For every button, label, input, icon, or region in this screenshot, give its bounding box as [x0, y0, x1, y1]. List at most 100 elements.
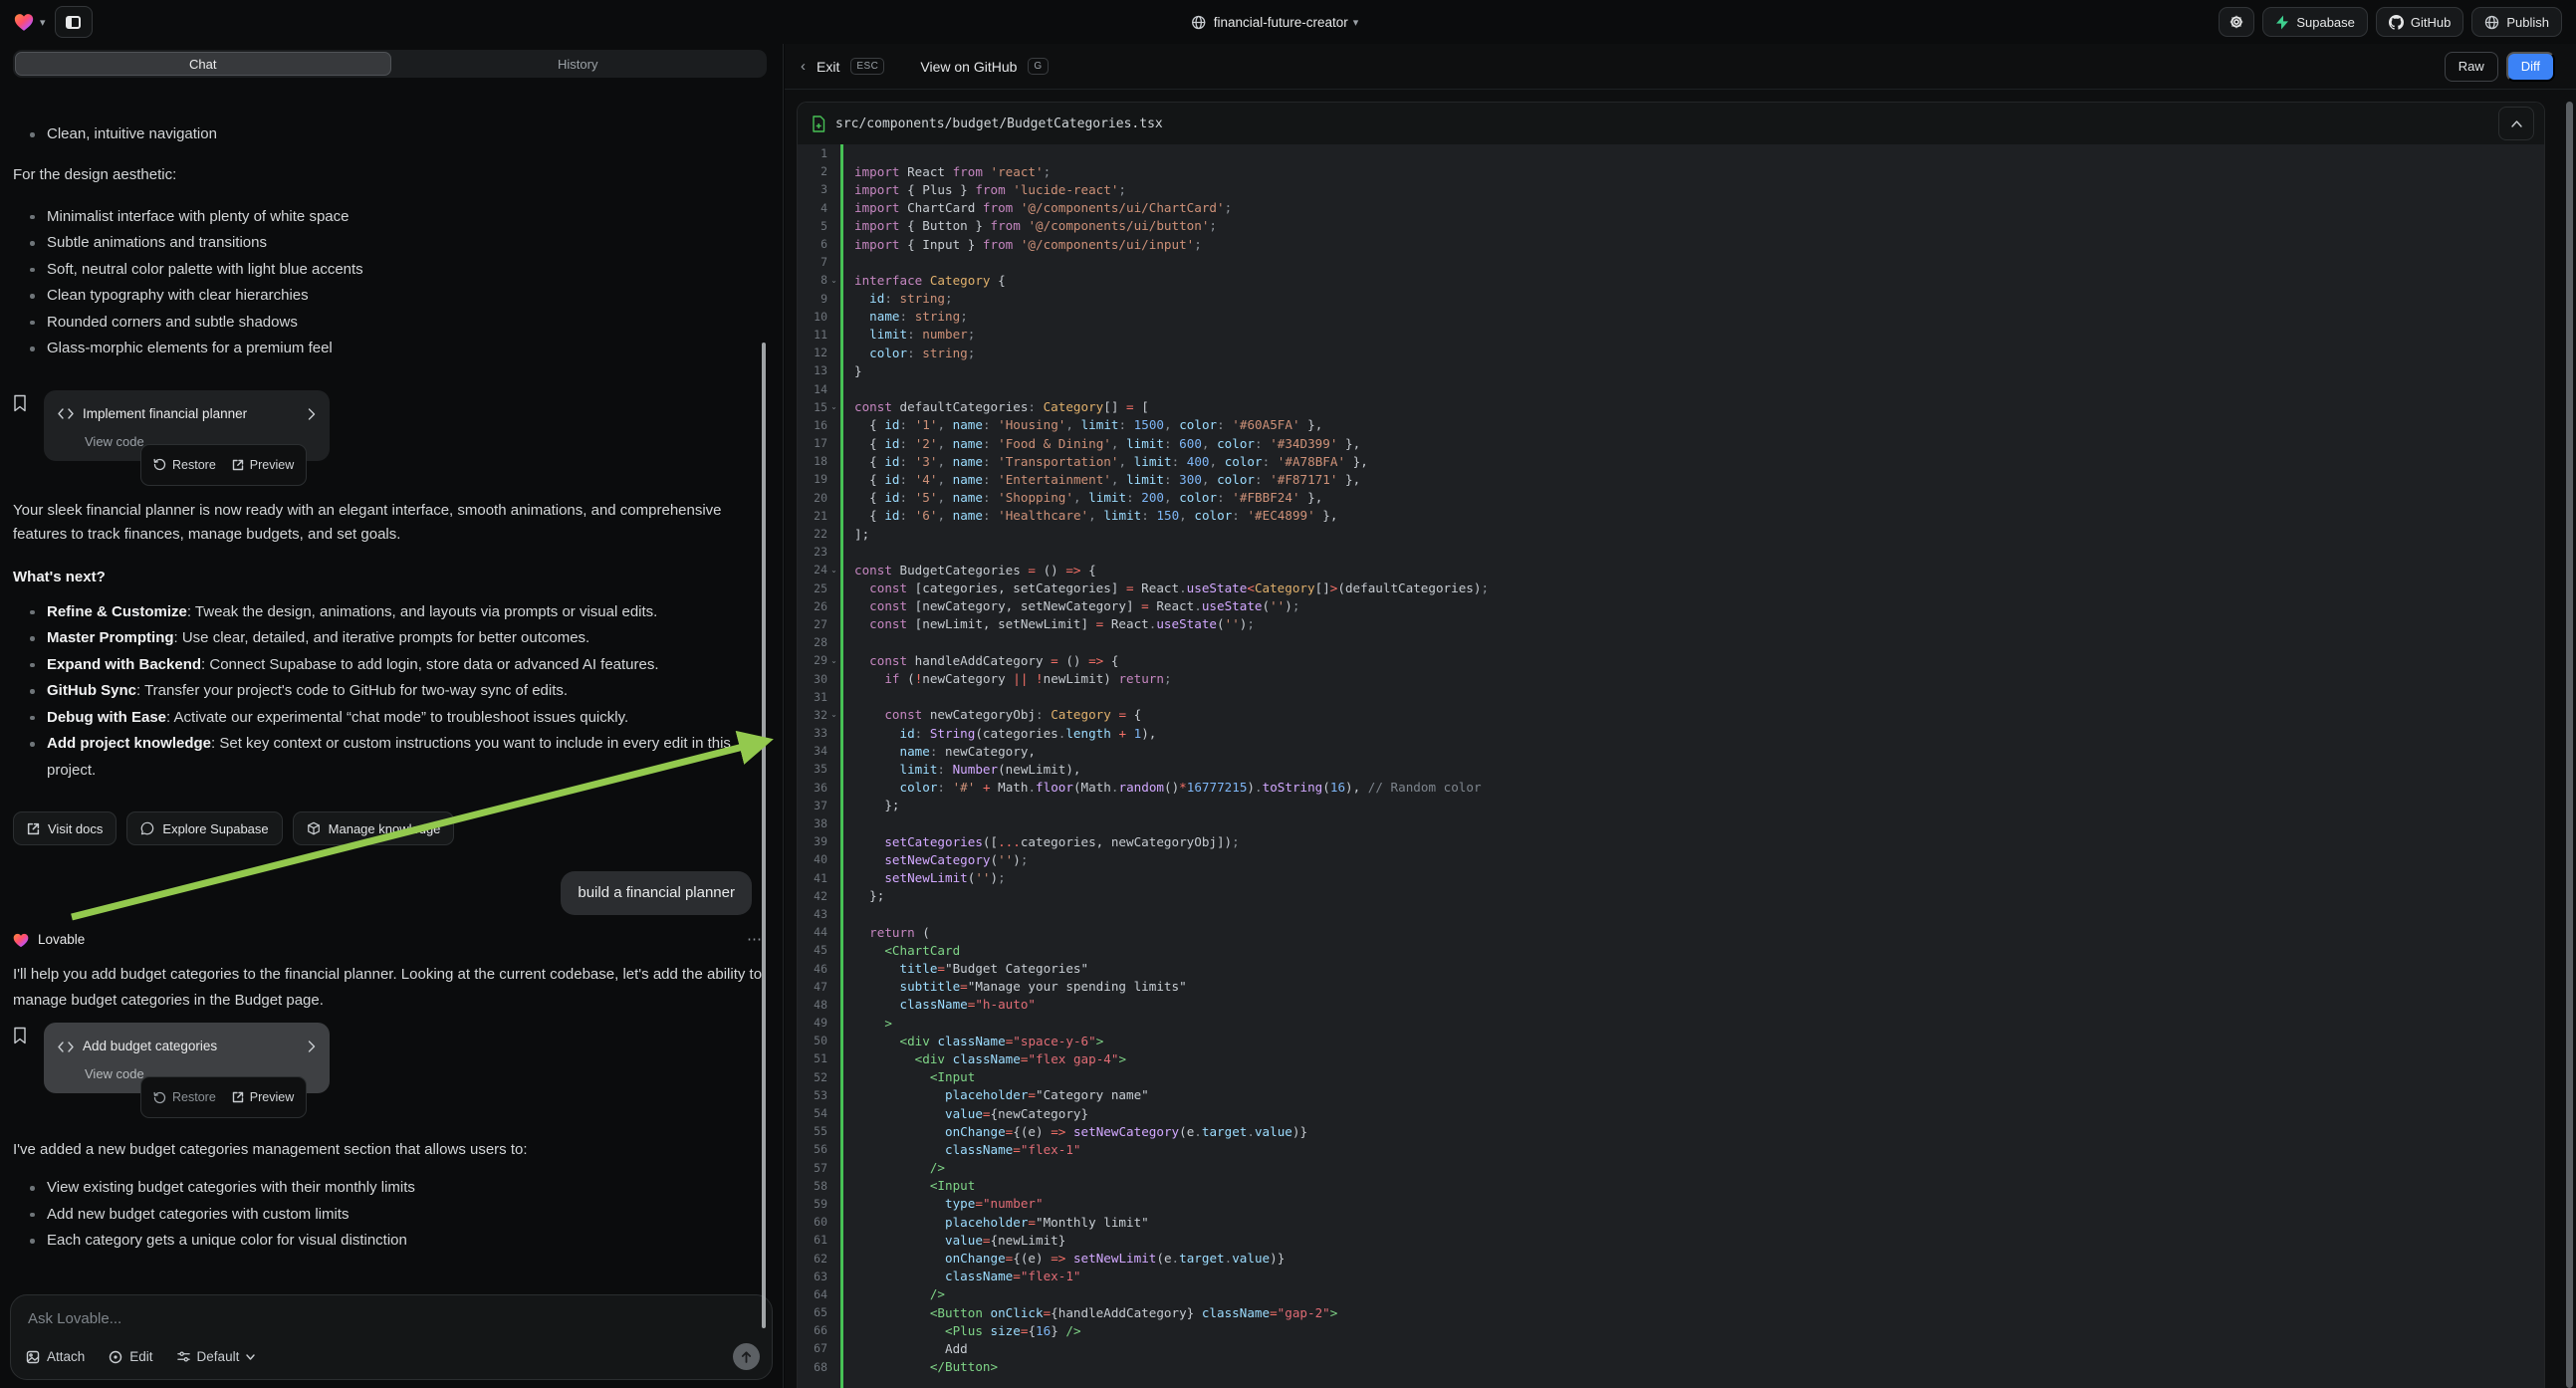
restore-icon	[153, 458, 166, 471]
external-link-icon	[27, 822, 40, 835]
chat-scrollbar[interactable]	[762, 343, 766, 1328]
code-line: 33 id: String(categories.length + 1),	[798, 724, 2544, 742]
explore-supabase-label: Explore Supabase	[162, 821, 268, 836]
version-card-row: Add budget categories View code Restore	[13, 1023, 330, 1093]
code-line: 12 color: string;	[798, 344, 2544, 361]
code-line: 64 />	[798, 1285, 2544, 1303]
fold-caret-icon[interactable]: ⌄	[827, 402, 840, 411]
added-paragraph: I've added a new budget categories manag…	[13, 1137, 770, 1163]
restore-button[interactable]: Restore	[153, 452, 216, 478]
project-selector[interactable]: financial-future-creator ▾	[1191, 0, 1359, 44]
chevron-left-icon[interactable]: ‹	[801, 58, 806, 75]
next-steps-list: Refine & Customize: Tweak the design, an…	[13, 599, 770, 785]
code-line: 46 title="Budget Categories"	[798, 959, 2544, 977]
code-line: 48 className="h-auto"	[798, 996, 2544, 1014]
send-button[interactable]	[733, 1343, 760, 1370]
publish-button[interactable]: Publish	[2471, 7, 2562, 37]
added-lines-indicator	[840, 144, 843, 1388]
settings-button[interactable]	[2219, 7, 2254, 37]
code-line: 3import { Plus } from 'lucide-react';	[798, 180, 2544, 198]
model-selector[interactable]: Default	[177, 1349, 256, 1364]
list-item: Soft, neutral color palette with light b…	[47, 257, 770, 284]
code-panel-scrollbar[interactable]	[2566, 102, 2573, 1388]
list-item: GitHub Sync: Transfer your project's cod…	[47, 678, 770, 705]
file-header[interactable]: src/components/budget/BudgetCategories.t…	[798, 103, 2544, 145]
code-line: 53 placeholder="Category name"	[798, 1086, 2544, 1104]
code-line: 52 <Input	[798, 1068, 2544, 1086]
sidebar-icon	[66, 16, 81, 29]
list-item: Refine & Customize: Tweak the design, an…	[47, 599, 770, 626]
raw-button[interactable]: Raw	[2445, 52, 2498, 82]
preview-button[interactable]: Preview	[232, 1084, 294, 1110]
collapse-file-button[interactable]	[2498, 107, 2534, 140]
chevron-right-icon	[308, 1041, 316, 1052]
code-line: 9 id: string;	[798, 290, 2544, 308]
version-card-row: Implement financial planner View code Re…	[13, 390, 330, 461]
model-label: Default	[197, 1349, 240, 1364]
file-added-icon	[812, 116, 825, 132]
version-card-title: Implement financial planner	[83, 401, 299, 427]
code-icon	[58, 1041, 74, 1052]
tab-chat[interactable]: Chat	[15, 52, 391, 76]
code-line: 45 <ChartCard	[798, 941, 2544, 959]
attach-image-icon	[26, 1350, 40, 1364]
reply-paragraph: I'll help you add budget categories to t…	[13, 962, 770, 1014]
code-line: 35 limit: Number(newLimit),	[798, 760, 2544, 778]
list-item: Master Prompting: Use clear, detailed, a…	[47, 625, 770, 652]
explore-supabase-button[interactable]: Explore Supabase	[126, 811, 282, 845]
github-button[interactable]: GitHub	[2376, 7, 2463, 37]
tab-history[interactable]: History	[391, 52, 766, 76]
list-item: Each category gets a unique color for vi…	[47, 1228, 770, 1255]
restore-preview-pill: Restore Preview	[140, 444, 307, 486]
code-line: 20 { id: '5', name: 'Shopping', limit: 2…	[798, 489, 2544, 507]
gear-icon	[2228, 14, 2244, 30]
code-line: 65 <Button onClick={handleAddCategory} c…	[798, 1303, 2544, 1321]
code-line: 54 value={newCategory}	[798, 1104, 2544, 1122]
diff-button[interactable]: Diff	[2506, 52, 2555, 82]
fold-caret-icon[interactable]: ⌄	[827, 276, 840, 285]
code-line: 61 value={newLimit}	[798, 1231, 2544, 1249]
list-item: Glass-morphic elements for a premium fee…	[47, 336, 770, 362]
attach-button[interactable]: Attach	[26, 1349, 85, 1364]
view-on-github-button[interactable]: View on GitHub	[920, 59, 1017, 75]
supabase-button[interactable]: Supabase	[2262, 7, 2368, 37]
code-line: 16 { id: '1', name: 'Housing', limit: 15…	[798, 416, 2544, 434]
fold-caret-icon[interactable]: ⌄	[827, 566, 840, 575]
target-circle-icon	[109, 1350, 122, 1364]
chat-panel: Chat History Clean, intuitive navigation…	[0, 44, 784, 1388]
restore-button[interactable]: Restore	[153, 1084, 216, 1110]
code-line: 63 className="flex-1"	[798, 1268, 2544, 1285]
code-line: 41 setNewLimit('');	[798, 869, 2544, 887]
chat-message-list[interactable]: Clean, intuitive navigation For the desi…	[0, 125, 783, 1288]
summary-paragraph: Your sleek financial planner is now read…	[13, 499, 770, 547]
bookmark-icon[interactable]	[13, 1027, 27, 1044]
fold-caret-icon[interactable]: ⌄	[827, 656, 840, 665]
prompt-composer[interactable]: Ask Lovable... Attach Edit Default	[10, 1294, 773, 1380]
assistant-header: Lovable ⋯	[13, 927, 770, 953]
assistant-name: Lovable	[38, 927, 85, 953]
lovable-logo-icon[interactable]	[14, 13, 34, 32]
chevron-down-icon[interactable]: ▾	[40, 16, 46, 29]
fold-caret-icon[interactable]: ⌄	[827, 710, 840, 719]
code-line: 30 if (!newCategory || !newLimit) return…	[798, 669, 2544, 687]
code-line: 8⌄interface Category {	[798, 271, 2544, 289]
list-item: Clean, intuitive navigation	[47, 125, 770, 148]
user-message-bubble: build a financial planner	[561, 871, 752, 915]
toggle-sidebar-button[interactable]	[55, 6, 93, 38]
edit-mode-button[interactable]: Edit	[109, 1349, 152, 1364]
list-item: Add project knowledge: Set key context o…	[47, 731, 770, 784]
list-item: View existing budget categories with the…	[47, 1175, 770, 1202]
manage-knowledge-label: Manage knowledge	[329, 821, 441, 836]
bookmark-icon[interactable]	[13, 394, 27, 412]
list-item: Subtle animations and transitions	[47, 230, 770, 257]
sliders-icon	[177, 1350, 190, 1363]
manage-knowledge-button[interactable]: Manage knowledge	[293, 811, 455, 845]
visit-docs-button[interactable]: Visit docs	[13, 811, 117, 845]
list-item: Debug with Ease: Activate our experiment…	[47, 705, 770, 732]
code-viewer[interactable]: 12import React from 'react';3import { Pl…	[798, 144, 2544, 1388]
preview-button[interactable]: Preview	[232, 452, 294, 478]
supabase-icon	[2275, 15, 2289, 30]
tab-chat-label: Chat	[189, 57, 216, 72]
code-line: 67 Add	[798, 1339, 2544, 1357]
exit-button[interactable]: Exit	[817, 59, 839, 75]
